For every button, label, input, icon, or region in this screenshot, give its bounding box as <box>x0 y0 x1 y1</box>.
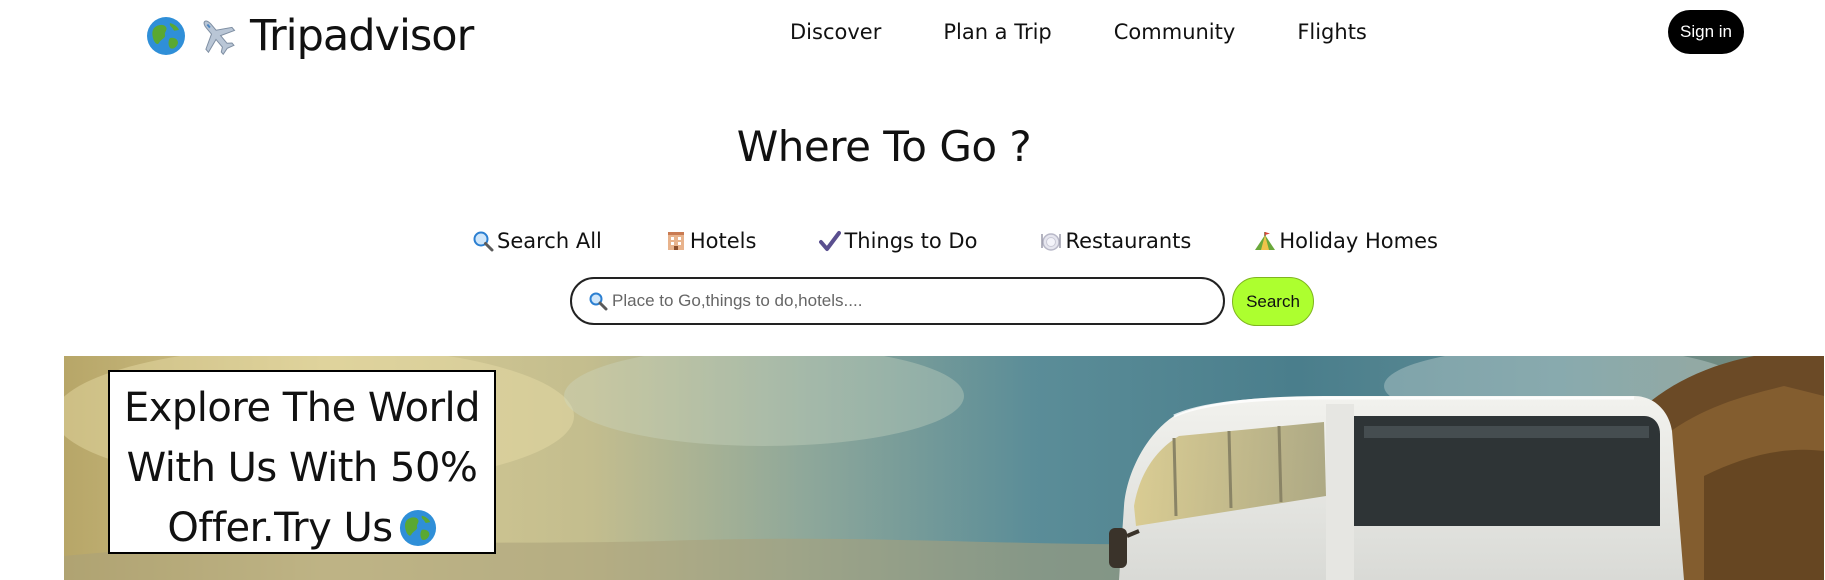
tab-label: Search All <box>497 229 602 253</box>
checkmark-icon <box>819 231 842 251</box>
tab-label: Things to Do <box>844 229 978 253</box>
sign-in-button[interactable]: Sign in <box>1668 10 1744 54</box>
nav-flights[interactable]: Flights <box>1297 20 1367 44</box>
tab-label: Hotels <box>689 229 757 253</box>
tab-holiday-homes[interactable]: Holiday Homes <box>1254 229 1438 253</box>
globe-icon <box>399 509 436 547</box>
page-title: Where To Go ? <box>736 122 1032 171</box>
search-bar <box>570 277 1225 325</box>
search-input[interactable] <box>610 290 1200 312</box>
magnifier-icon <box>473 231 494 252</box>
offer-line-2: With Us With 50% <box>126 445 478 491</box>
tent-icon <box>1255 232 1276 250</box>
tab-restaurants[interactable]: Restaurants <box>1040 229 1191 253</box>
brand-name: Tripadvisor <box>250 11 474 61</box>
airplane-icon <box>203 20 236 56</box>
plate-icon <box>1041 233 1062 251</box>
search-button[interactable]: Search <box>1232 277 1314 326</box>
offer-line-1: Explore The World <box>123 385 481 431</box>
nav-plan-a-trip[interactable]: Plan a Trip <box>943 20 1051 44</box>
main-nav: Discover Plan a Trip Community Flights <box>790 20 1367 44</box>
tab-search-all[interactable]: Search All <box>472 229 602 253</box>
offer-line-3-text: Offer.Try Us <box>167 505 393 551</box>
offer-line-3: Offer.Try Us <box>110 498 494 558</box>
search-category-tabs: Search All Hotels Things to Do Restauran… <box>472 229 1438 253</box>
tab-hotels[interactable]: Hotels <box>665 229 757 253</box>
brand-logo[interactable]: Tripadvisor <box>146 10 474 62</box>
offer-card: Explore The World With Us With 50% Offer… <box>108 370 496 554</box>
tab-things-to-do[interactable]: Things to Do <box>819 229 977 253</box>
site-header: Tripadvisor Discover Plan a Trip Communi… <box>0 0 1825 72</box>
nav-community[interactable]: Community <box>1114 20 1236 44</box>
tab-label: Holiday Homes <box>1279 229 1438 253</box>
hotel-icon <box>667 232 684 250</box>
nav-discover[interactable]: Discover <box>790 20 881 44</box>
tab-label: Restaurants <box>1065 229 1192 253</box>
globe-icon <box>147 17 185 55</box>
magnifier-icon <box>589 292 608 311</box>
